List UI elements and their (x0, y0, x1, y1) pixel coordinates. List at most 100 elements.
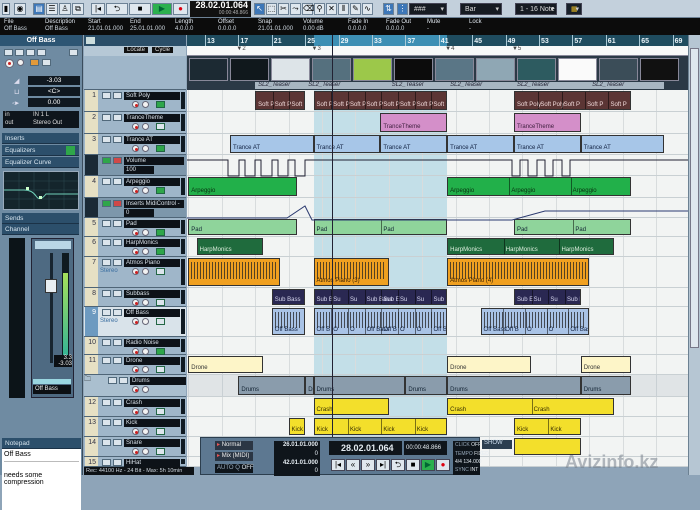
track-header-volume[interactable]: Volume 100 (84, 155, 186, 176)
event[interactable] (188, 258, 281, 286)
mute-button[interactable] (102, 439, 111, 446)
track-header-snare[interactable]: 14 Snare (84, 437, 186, 457)
record-enable-button[interactable] (132, 428, 139, 435)
automation-read-button[interactable] (102, 200, 111, 207)
cycle-dropdown[interactable]: Cycle (152, 47, 174, 53)
event[interactable]: Arpeggio (188, 177, 297, 196)
event[interactable]: Drone (188, 356, 264, 373)
input-routing[interactable]: IN 1 L (33, 112, 49, 118)
pan-slider[interactable] (35, 241, 71, 249)
track-header-atmos-piano[interactable]: 7 Atmos Piano Stereo (84, 257, 186, 288)
track-header-arpeggio[interactable]: 4 Arpeggio (84, 176, 186, 198)
track-name[interactable]: TranceTheme (124, 114, 180, 122)
info-field-fade-out[interactable]: Fade Out 0.0.0.0 (386, 19, 411, 33)
event[interactable]: Drums (447, 376, 581, 395)
lane-arpeggio[interactable]: Arpeggio Arpeggio Arpeggio Arpeggio (187, 176, 688, 198)
track-read-button[interactable] (156, 229, 165, 236)
cycle-button[interactable]: ⮌ (106, 3, 128, 15)
split-tool-icon[interactable]: ✂ (278, 3, 289, 15)
event[interactable]: Drums (580, 376, 631, 395)
pan-value[interactable]: <C> (28, 87, 80, 96)
record-enable-button[interactable] (132, 145, 139, 152)
record-enable-button[interactable] (132, 348, 139, 355)
event[interactable]: Off BassOff BOOOff Bass (480, 308, 590, 335)
solo-button[interactable] (113, 439, 122, 446)
automation-read-button[interactable] (102, 157, 111, 164)
automation-parameter[interactable]: Inserts MidiControl - (124, 200, 184, 208)
event[interactable]: Drums (313, 376, 406, 395)
lanes-button[interactable] (42, 59, 51, 66)
primary-time-display[interactable]: 28.02.01.064 (329, 441, 402, 455)
track-name[interactable]: Crash (124, 399, 180, 407)
track-read-button[interactable] (156, 248, 165, 255)
edit-channel-button[interactable] (69, 49, 78, 56)
stop-button[interactable]: ■ (406, 459, 420, 471)
mute-button[interactable] (102, 178, 111, 185)
track-header-hihat[interactable]: 15 HiHat (84, 457, 186, 475)
track-read-button[interactable] (156, 299, 165, 306)
line-tool-icon[interactable]: ∿ (362, 3, 373, 15)
solo-button[interactable] (113, 309, 122, 316)
monitor-button[interactable] (142, 428, 149, 435)
event[interactable]: HarpMonics (196, 238, 264, 255)
lane-subbass[interactable]: Sub BassSub BSuSuSub BassSub ESuSuSub Ba… (187, 288, 688, 307)
lane-volume[interactable] (187, 155, 688, 176)
track-header-crash[interactable]: 12 Crash (84, 397, 186, 417)
solo-button[interactable] (113, 419, 122, 426)
event[interactable]: Trance AT (313, 135, 381, 153)
marker-track[interactable]: ▼2 ▼3 ▼4 ▼5 (187, 46, 688, 56)
autoscroll-button[interactable]: ⇅ (383, 3, 394, 15)
event[interactable]: TranceTheme (380, 113, 448, 132)
grid-mode-dropdown[interactable]: ### (409, 3, 447, 16)
record-enable-button[interactable] (132, 366, 139, 373)
record-button[interactable]: ● (173, 3, 188, 15)
video-event-label[interactable]: SL2_Teaser (447, 82, 514, 89)
event[interactable]: Crash (313, 398, 389, 415)
play-button[interactable]: ▶ (152, 3, 172, 15)
event[interactable]: Drums (238, 376, 306, 395)
video-event-label[interactable]: SL2_Teaser (255, 82, 306, 89)
track-header-harpmonics[interactable]: 6 HarpMonics (84, 237, 186, 257)
scrollbar-thumb[interactable] (690, 48, 699, 348)
erase-tool-icon[interactable]: ⌫ (302, 3, 314, 15)
event[interactable]: Drone (580, 356, 631, 373)
solo-button[interactable] (113, 290, 122, 297)
cycle-button[interactable]: ⮌ (391, 459, 405, 471)
write-button[interactable] (37, 49, 46, 56)
marker[interactable]: ▼4 (445, 46, 454, 52)
solo-button[interactable] (113, 136, 122, 143)
event[interactable]: Soft Poly Soft Poly Soft P Soft P Soft P (513, 91, 631, 110)
track-name[interactable]: Drums (130, 377, 186, 385)
glue-tool-icon[interactable]: ⤳ (290, 3, 301, 15)
track-name[interactable]: Pad (124, 220, 180, 228)
monitor-button[interactable] (142, 123, 149, 130)
monitor-button[interactable] (142, 187, 149, 194)
event[interactable]: Kick Kick (513, 418, 581, 435)
lane-atmos-piano[interactable]: Atmos Piano (3) Atmos Piano (4) (187, 257, 688, 288)
ruler[interactable]: 13 17 21 25 29 33 37 41 45 49 53 57 61 65 69 (187, 35, 688, 46)
draw-tool-icon[interactable]: ✎ (350, 3, 361, 15)
event[interactable]: Trance AT (230, 135, 314, 153)
record-enable-button[interactable] (132, 299, 139, 306)
range-selection-tool-icon[interactable]: ⬚ (266, 3, 277, 15)
video-event-label[interactable]: SL2_Teaser (305, 82, 389, 89)
stop-button[interactable]: ■ (129, 3, 151, 15)
project-cursor[interactable] (332, 35, 334, 467)
mute-button[interactable] (102, 459, 111, 466)
track-read-button[interactable] (156, 268, 165, 275)
mute-tool-icon[interactable]: ✕ (326, 3, 337, 15)
event[interactable]: Trance AT (447, 135, 514, 153)
solo-button[interactable] (113, 239, 122, 246)
object-selection-tool-icon[interactable]: ↖ (254, 3, 265, 15)
event[interactable]: Soft PSoft PSoft P (255, 91, 306, 110)
info-field-mute[interactable]: Mute - (427, 19, 440, 33)
track-header-subbass[interactable]: 8 Subbass (84, 288, 186, 307)
quantize-dropdown[interactable]: 1 - 16 Note (515, 3, 557, 16)
cycle-mode-dropdown[interactable]: ▸ Mix (MIDI) (215, 452, 253, 461)
monitor-button[interactable] (142, 408, 149, 415)
automation-write-button[interactable] (113, 200, 122, 207)
marker[interactable]: ▼3 (312, 46, 321, 52)
event[interactable]: Trance AT (580, 135, 665, 153)
record-enable-button[interactable] (132, 318, 139, 325)
record-enable-button[interactable] (132, 101, 139, 108)
